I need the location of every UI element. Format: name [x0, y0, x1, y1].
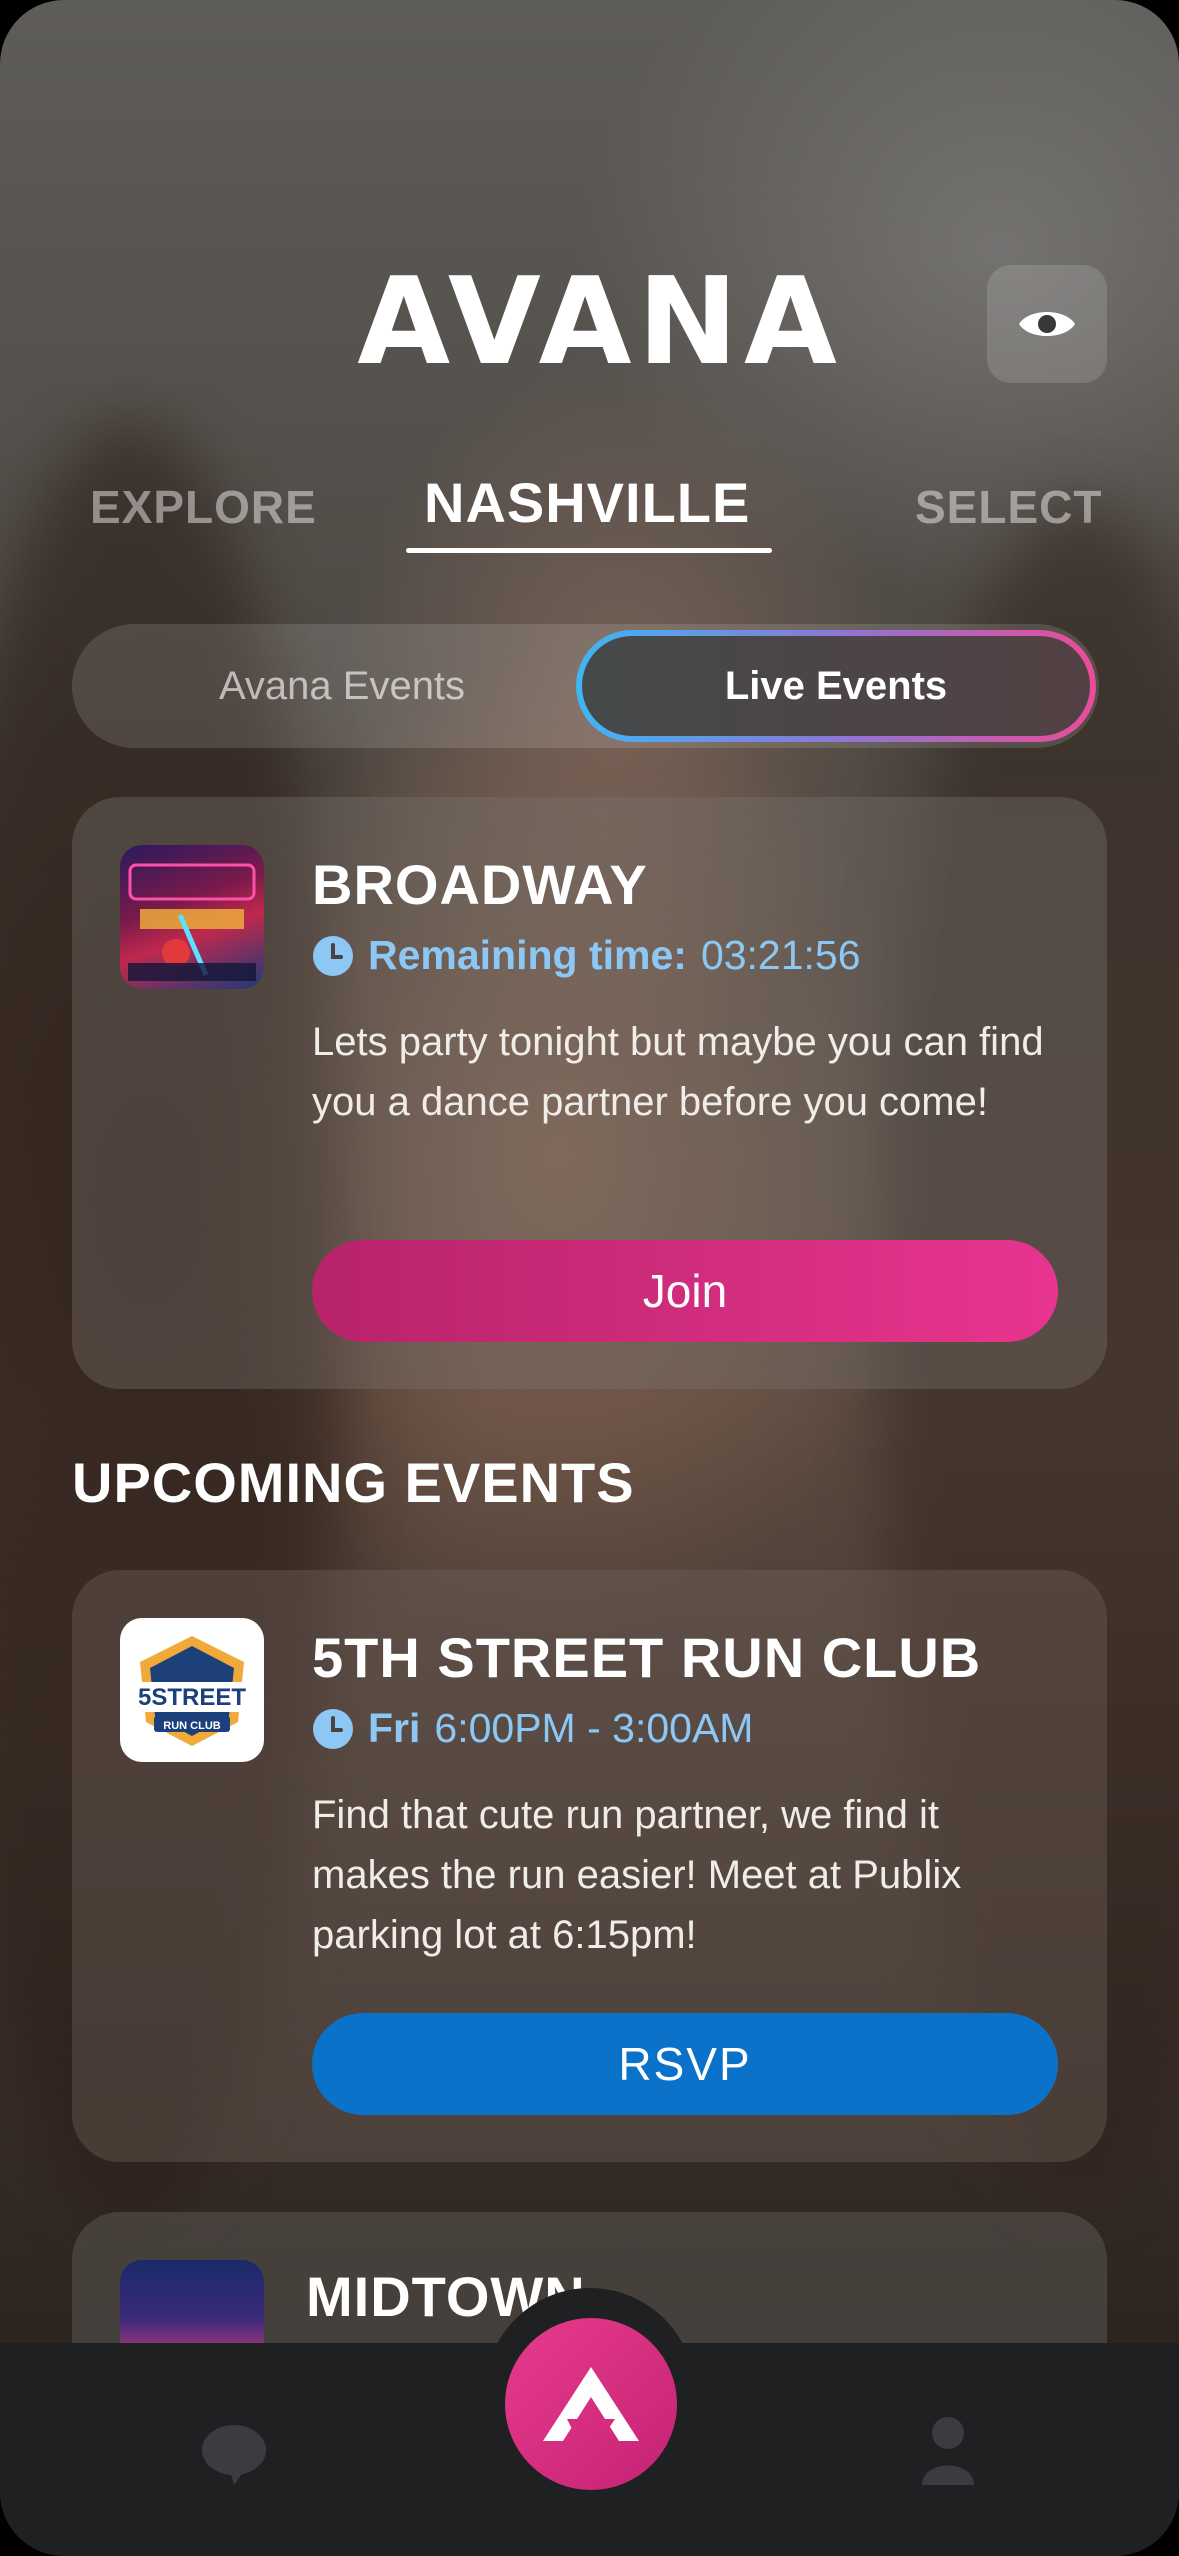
event-day: Fri — [368, 1705, 421, 1751]
event-time-range: 6:00PM - 3:00AM — [434, 1705, 754, 1751]
app-screen: AVANA EXPLORE NASHVILLE SELECT Avana Eve… — [0, 0, 1179, 2556]
run-club-logo: 5STREET RUN CLUB — [120, 1618, 264, 1762]
join-button[interactable]: Join — [312, 1240, 1058, 1342]
chat-icon[interactable] — [200, 2423, 268, 2485]
run-club-logo-text: 5STREET — [138, 1684, 246, 1711]
avana-logo-icon — [543, 2367, 639, 2441]
event-description: Lets party tonight but maybe you can fin… — [312, 1020, 1044, 1124]
clock-icon — [313, 1708, 353, 1749]
tab-avana-events[interactable]: Avana Events — [72, 624, 612, 748]
remaining-time-value: 03:21:56 — [700, 932, 861, 978]
nav-explore[interactable]: EXPLORE — [90, 480, 317, 534]
event-type-toggle: Avana Events Live Events — [72, 624, 1099, 748]
eye-icon — [1019, 312, 1075, 336]
upcoming-events-heading: UPCOMING EVENTS — [72, 1451, 635, 1514]
city-nav: EXPLORE NASHVILLE SELECT — [0, 470, 1179, 560]
live-event-card: BROADWAY Remaining time: 03:21:56 Lets p… — [72, 797, 1107, 1389]
event-title: BROADWAY — [312, 853, 648, 916]
event-description: Find that cute run partner, we find it m… — [312, 1793, 962, 1957]
nav-nashville[interactable]: NASHVILLE — [424, 470, 750, 535]
clock-icon — [313, 935, 353, 976]
event-title: 5TH STREET RUN CLUB — [312, 1626, 982, 1689]
upcoming-event-card: 5STREET RUN CLUB 5TH STREET RUN CLUB Fri… — [72, 1570, 1107, 2162]
profile-icon[interactable] — [920, 2415, 976, 2485]
run-club-logo-image: 5STREET RUN CLUB — [134, 1636, 250, 1746]
rsvp-button[interactable]: RSVP — [312, 2013, 1058, 2115]
logo-text: AVANA — [357, 253, 843, 392]
home-fab-button[interactable] — [505, 2318, 677, 2490]
neon-sign-image — [128, 863, 256, 981]
event-remaining-time: Remaining time: 03:21:56 — [312, 932, 861, 979]
tab-live-events[interactable]: Live Events — [576, 630, 1096, 742]
remaining-time-label: Remaining time: — [368, 932, 687, 978]
visibility-button[interactable] — [987, 265, 1107, 383]
run-club-logo-sub: RUN CLUB — [163, 1720, 220, 1732]
nav-active-underline — [406, 548, 772, 553]
broadway-thumbnail — [120, 845, 264, 989]
avana-logo: AVANA — [355, 253, 845, 392]
nav-select[interactable]: SELECT — [915, 480, 1102, 534]
event-schedule: Fri 6:00PM - 3:00AM — [312, 1705, 753, 1752]
